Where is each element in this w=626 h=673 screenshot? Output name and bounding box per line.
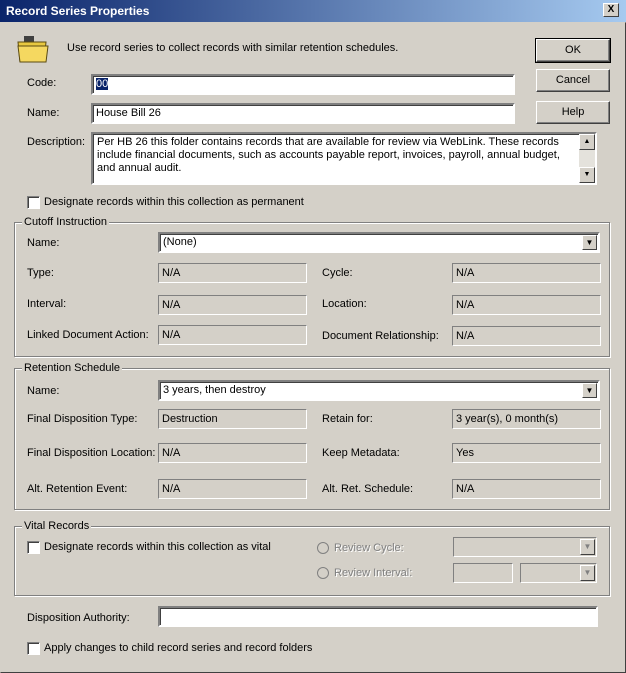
cancel-button[interactable]: Cancel [536, 69, 610, 92]
close-icon[interactable]: X [603, 3, 619, 17]
review-interval-number[interactable] [453, 563, 513, 583]
cutoff-legend: Cutoff Instruction [22, 216, 109, 228]
description-label: Description: [27, 136, 86, 148]
permanent-checkbox[interactable] [27, 196, 40, 209]
retention-name-select[interactable]: 3 years, then destroy ▼ [158, 380, 600, 401]
help-button[interactable]: Help [536, 101, 610, 124]
cutoff-location-label: Location: [322, 298, 367, 310]
disposition-authority-field[interactable] [158, 606, 598, 627]
name-label: Name: [27, 107, 60, 119]
permanent-label: Designate records within this collection… [44, 196, 304, 208]
keep-metadata-label: Keep Metadata: [322, 447, 400, 459]
code-value: 00 [96, 78, 109, 90]
disposition-authority-label: Disposition Authority: [27, 612, 130, 624]
chevron-down-icon[interactable]: ▼ [580, 539, 595, 555]
title-bar[interactable]: Record Series Properties X [0, 0, 626, 22]
cutoff-type-value: N/A [158, 263, 307, 283]
code-field[interactable]: 00 [91, 74, 515, 95]
intro-text: Use record series to collect records wit… [67, 42, 399, 54]
keep-metadata-value: Yes [452, 443, 601, 463]
retention-name-label: Name: [27, 385, 60, 397]
alt-event-value: N/A [158, 479, 307, 499]
apply-children-label: Apply changes to child record series and… [44, 642, 313, 654]
alt-schedule-value: N/A [452, 479, 601, 499]
name-field[interactable]: House Bill 26 [91, 103, 515, 124]
review-interval-label: Review Interval: [334, 567, 413, 579]
description-scrollbar[interactable]: ▲ ▼ [579, 134, 595, 183]
vital-label: Designate records within this collection… [44, 541, 271, 553]
cutoff-type-label: Type: [27, 267, 54, 279]
fd-location-label: Final Disposition Location: [27, 447, 156, 459]
ok-button[interactable]: OK [535, 38, 611, 63]
cutoff-name-select[interactable]: (None) ▼ [158, 232, 600, 253]
cutoff-name-value: (None) [163, 236, 197, 248]
folder-icon [16, 34, 50, 64]
description-field[interactable]: Per HB 26 this folder contains records t… [91, 132, 597, 185]
code-label: Code: [27, 77, 57, 89]
fd-type-value: Destruction [158, 409, 307, 429]
vital-checkbox[interactable] [27, 541, 40, 554]
cutoff-cycle-value: N/A [452, 263, 601, 283]
doc-relationship-value: N/A [452, 326, 601, 346]
cutoff-cycle-label: Cycle: [322, 267, 353, 279]
chevron-down-icon[interactable]: ▼ [582, 383, 597, 398]
window-title: Record Series Properties [6, 4, 150, 18]
scroll-up-icon[interactable]: ▲ [579, 134, 595, 150]
review-cycle-radio[interactable] [317, 542, 329, 554]
cutoff-name-label: Name: [27, 237, 60, 249]
fd-location-value: N/A [158, 443, 307, 463]
fd-type-label: Final Disposition Type: [27, 413, 138, 425]
scroll-down-icon[interactable]: ▼ [579, 167, 595, 183]
apply-children-checkbox[interactable] [27, 642, 40, 655]
alt-event-label: Alt. Retention Event: [27, 483, 128, 495]
doc-relationship-label: Document Relationship: [322, 330, 439, 342]
chevron-down-icon[interactable]: ▼ [582, 235, 597, 250]
review-cycle-label: Review Cycle: [334, 542, 404, 554]
retain-for-label: Retain for: [322, 413, 373, 425]
chevron-down-icon[interactable]: ▼ [580, 565, 595, 581]
cutoff-location-value: N/A [452, 295, 601, 315]
retention-legend: Retention Schedule [22, 362, 123, 374]
linked-action-label: Linked Document Action: [27, 329, 149, 341]
review-interval-radio[interactable] [317, 567, 329, 579]
vital-legend: Vital Records [22, 520, 92, 532]
cutoff-interval-label: Interval: [27, 298, 67, 310]
description-text: Per HB 26 this folder contains records t… [97, 136, 560, 174]
alt-schedule-label: Alt. Ret. Schedule: [322, 483, 414, 495]
retain-for-value: 3 year(s), 0 month(s) [452, 409, 601, 429]
review-interval-unit[interactable]: ▼ [520, 563, 597, 583]
cutoff-interval-value: N/A [158, 295, 307, 315]
linked-action-value: N/A [158, 325, 307, 345]
retention-name-value: 3 years, then destroy [163, 384, 266, 396]
review-cycle-select[interactable]: ▼ [453, 537, 597, 557]
